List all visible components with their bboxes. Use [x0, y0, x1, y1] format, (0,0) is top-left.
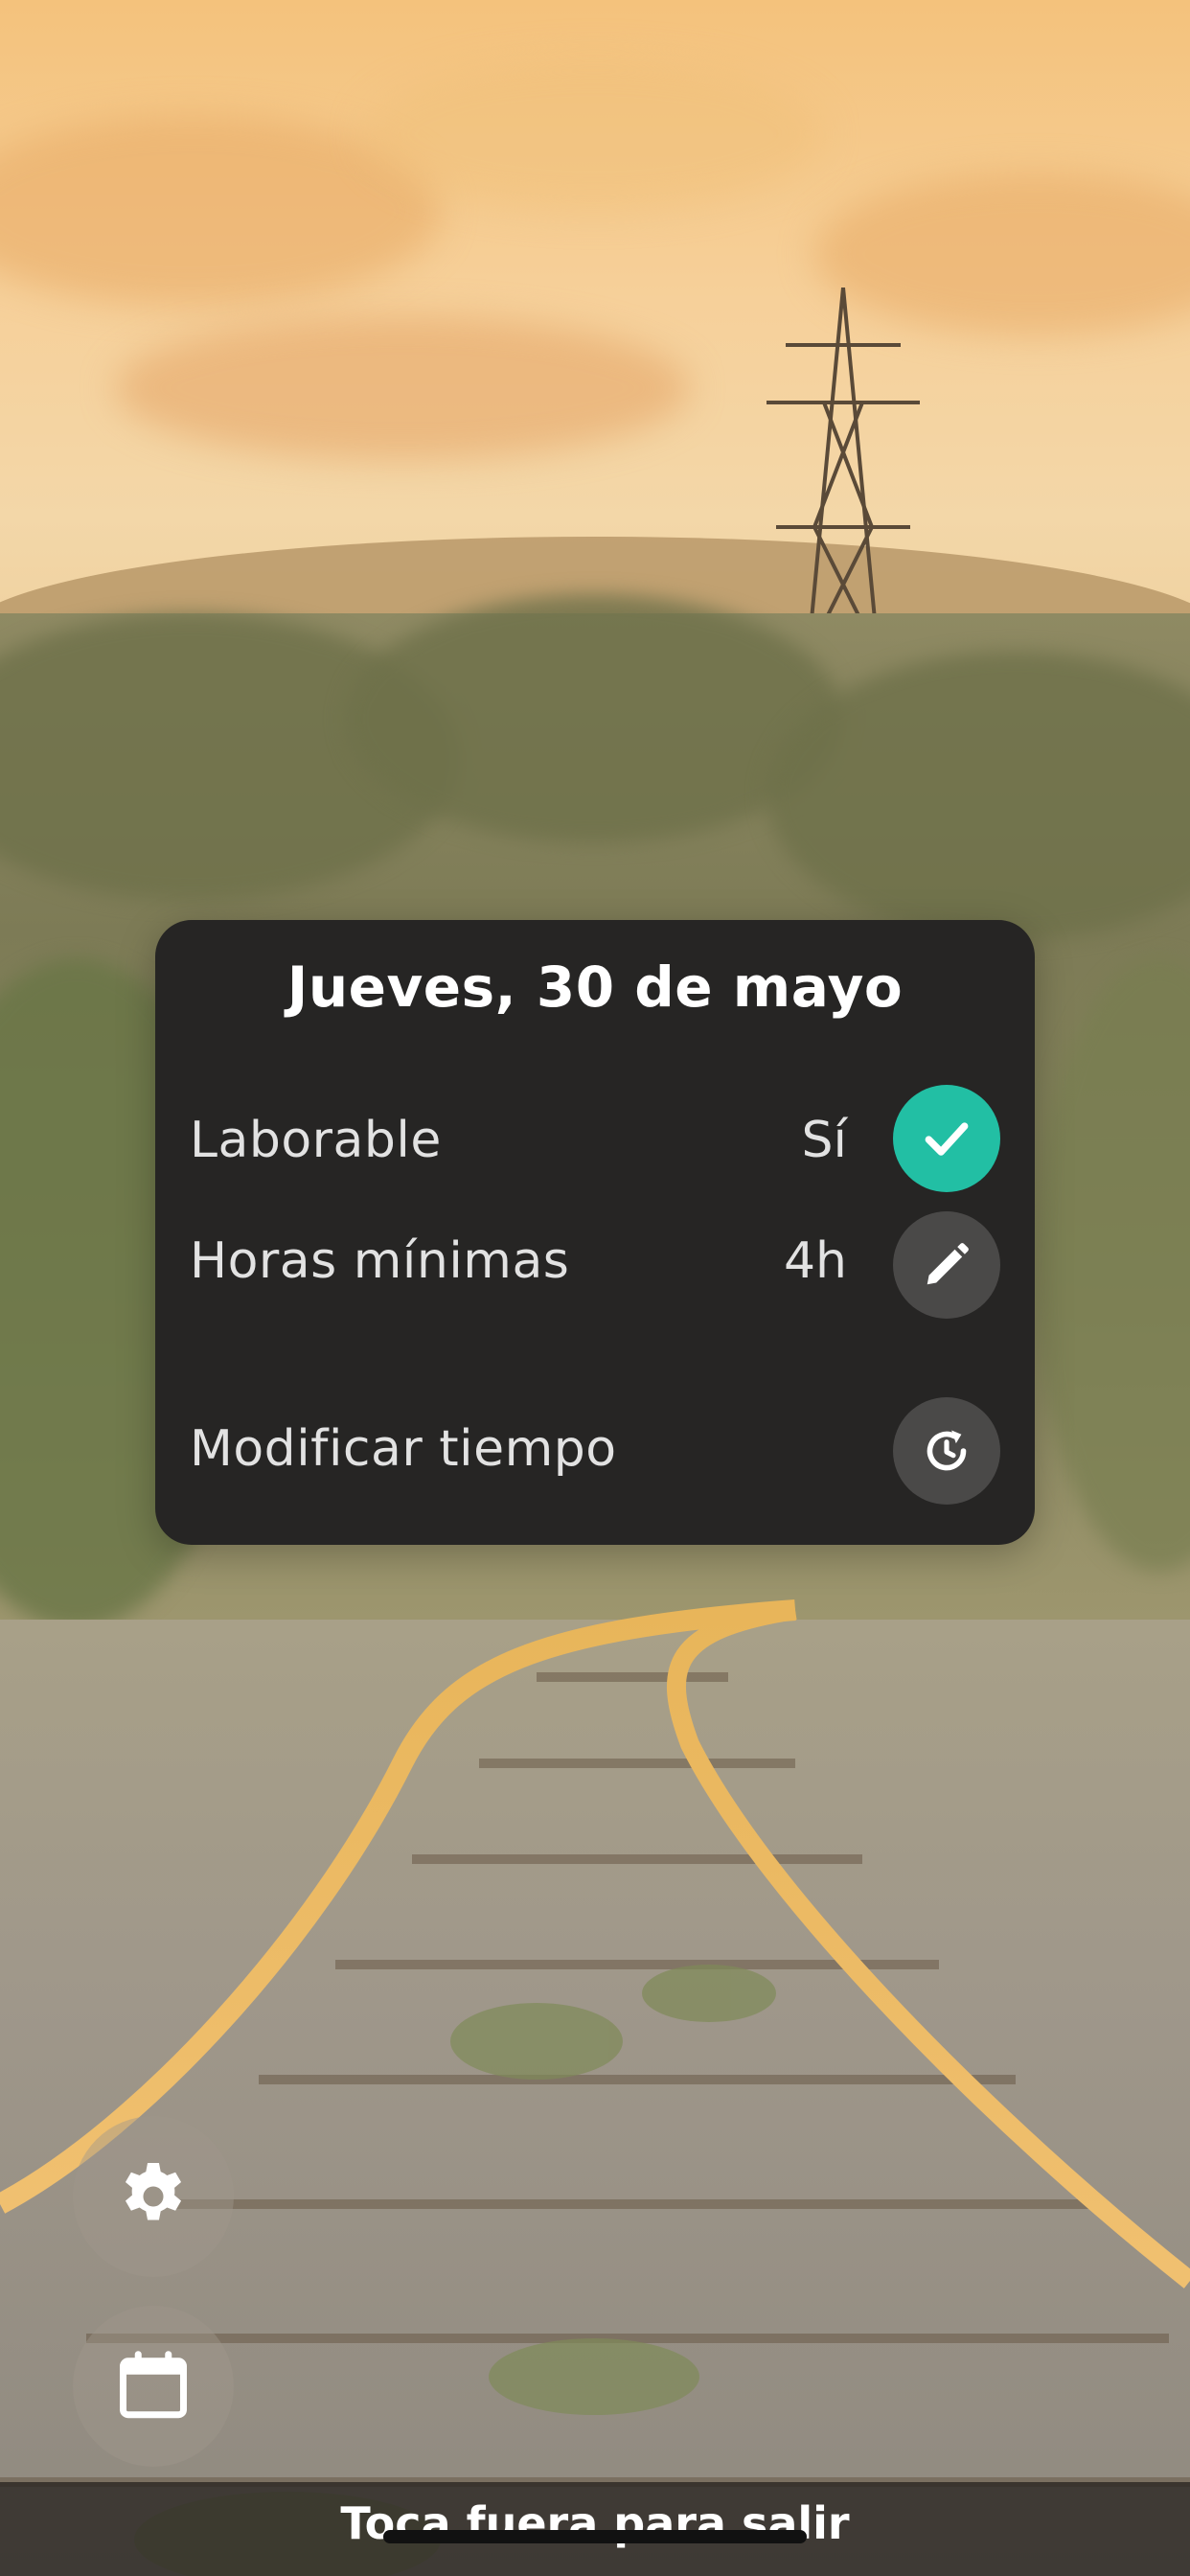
calendar-button[interactable] — [73, 2306, 234, 2467]
cloud — [115, 316, 690, 460]
minimum-hours-value: 4h — [783, 1232, 847, 1290]
minimum-hours-label: Horas mínimas — [190, 1232, 570, 1290]
history-clock-icon — [927, 1430, 967, 1471]
settings-button[interactable] — [73, 2116, 234, 2277]
check-icon — [925, 1122, 969, 1156]
day-details-dialog: Jueves, 30 de mayo Laborable Sí Horas mí… — [155, 920, 1035, 1545]
home-indicator[interactable] — [383, 2530, 807, 2543]
workday-value: Sí — [801, 1112, 847, 1169]
workday-label: Laborable — [190, 1112, 442, 1169]
gear-icon — [125, 2163, 182, 2220]
calendar-icon — [120, 2351, 187, 2419]
cloud — [364, 58, 824, 211]
modify-time-button[interactable] — [893, 1397, 1000, 1505]
pencil-icon — [927, 1243, 969, 1285]
dialog-title: Jueves, 30 de mayo — [286, 954, 904, 1020]
edit-minimum-hours-button[interactable] — [893, 1211, 1000, 1319]
workday-toggle-button[interactable] — [893, 1085, 1000, 1192]
modify-time-label: Modificar tiempo — [190, 1420, 617, 1478]
